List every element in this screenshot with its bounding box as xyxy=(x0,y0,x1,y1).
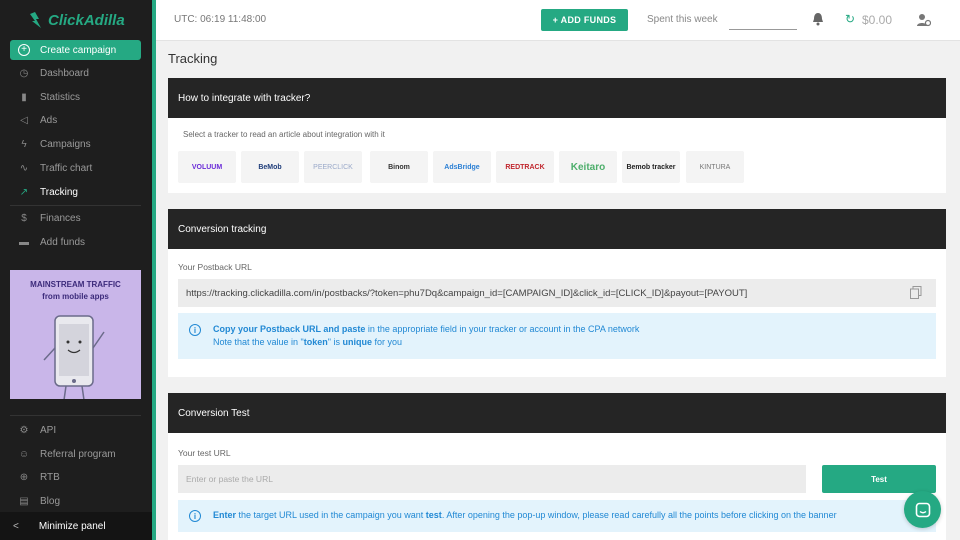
sidebar-item-label: Campaigns xyxy=(40,138,91,150)
tracker-peerclick[interactable]: PEERCLICK xyxy=(304,151,362,183)
sidebar-item-label: Add funds xyxy=(40,236,86,248)
sidebar-accent-border xyxy=(152,0,156,540)
dollar-icon: $ xyxy=(21,212,27,224)
banner-line-1: MAINSTREAM TRAFFIC xyxy=(30,280,121,289)
clock-icon: ◷ xyxy=(19,67,29,79)
sidebar-item-label: Finances xyxy=(40,212,81,224)
bell-icon[interactable] xyxy=(812,12,824,26)
sidebar-item-label: Ads xyxy=(40,114,58,126)
minimize-label: Minimize panel xyxy=(38,520,106,532)
top-bar: UTC: 06:19 11:48:00 + ADD FUNDS Spent th… xyxy=(156,0,960,41)
logo-text: ClickAdilla xyxy=(48,11,125,29)
tracker-binom[interactable]: Binom xyxy=(370,151,428,183)
page-title: Tracking xyxy=(168,51,218,66)
minimize-panel-button[interactable]: < Minimize panel xyxy=(0,512,154,540)
sidebar-item-finances[interactable]: $ Finances xyxy=(0,207,140,229)
sidebar-item-label: Referral program xyxy=(40,448,116,460)
postback-url-label: Your Postback URL xyxy=(178,262,252,272)
add-funds-button[interactable]: + ADD FUNDS xyxy=(541,9,628,31)
chevron-left-icon: < xyxy=(13,520,19,532)
divider xyxy=(10,415,141,416)
test-url-label: Your test URL xyxy=(178,448,231,458)
create-campaign-label: Create campaign xyxy=(40,44,117,56)
referral-icon: ☺ xyxy=(18,448,30,460)
sidebar-item-label: Statistics xyxy=(40,91,81,103)
sidebar-item-label: Blog xyxy=(40,495,61,507)
user-settings-icon[interactable] xyxy=(917,13,931,27)
plus-icon: + xyxy=(18,44,30,56)
phone-mascot-illustration xyxy=(43,315,105,399)
tracker-adsbridge[interactable]: AdsBridge xyxy=(433,151,491,183)
trend-icon: ↗ xyxy=(19,186,29,198)
bar-chart-icon: ▮ xyxy=(21,91,27,103)
sidebar-item-dashboard[interactable]: ◷ Dashboard xyxy=(0,62,140,84)
sidebar-item-label: Tracking xyxy=(40,186,78,198)
api-icon: ⚙ xyxy=(19,424,29,436)
logo[interactable]: ClickAdilla xyxy=(0,0,154,40)
promo-banner[interactable]: MAINSTREAM TRAFFIC from mobile apps xyxy=(10,270,141,399)
utc-clock: UTC: 06:19 11:48:00 xyxy=(174,14,267,25)
sidebar-item-rtb[interactable]: ⊕ RTB xyxy=(0,466,140,488)
tracker-kintura[interactable]: KINTURA xyxy=(686,151,744,183)
tracker-bemob-tracker[interactable]: Bemob tracker xyxy=(622,151,680,183)
sidebar-item-campaigns[interactable]: ϟ Campaigns xyxy=(0,133,140,155)
sidebar-item-add-funds[interactable]: ▬ Add funds xyxy=(0,231,140,253)
lightning-icon: ϟ xyxy=(21,138,27,150)
chat-icon xyxy=(915,502,930,517)
blog-icon: ▤ xyxy=(19,495,29,507)
copy-icon[interactable] xyxy=(910,286,922,299)
test-url-input[interactable] xyxy=(178,465,806,493)
sidebar-item-statistics[interactable]: ▮ Statistics xyxy=(0,86,140,108)
integration-heading[interactable]: How to integrate with tracker? xyxy=(168,78,946,118)
tracker-hint: Select a tracker to read an article abou… xyxy=(183,130,385,139)
postback-url-field[interactable]: https://tracking.clickadilla.com/in/post… xyxy=(178,279,936,307)
test-info-box: i Enter the target URL used in the campa… xyxy=(178,500,936,532)
tracker-bemob[interactable]: BeMob xyxy=(241,151,299,183)
sidebar-item-label: Dashboard xyxy=(40,67,89,79)
sidebar-item-api[interactable]: ⚙ API xyxy=(0,419,140,441)
tracker-voluum[interactable]: VOLUUM xyxy=(178,151,236,183)
sidebar-item-label: Traffic chart xyxy=(40,162,93,174)
conversion-heading: Conversion tracking xyxy=(168,209,946,249)
divider xyxy=(10,205,141,206)
sidebar-item-blog[interactable]: ▤ Blog xyxy=(0,490,140,512)
chat-button[interactable] xyxy=(904,491,941,528)
sidebar-item-traffic-chart[interactable]: ∿ Traffic chart xyxy=(0,157,140,179)
sidebar-item-label: RTB xyxy=(40,471,60,483)
megaphone-icon: ◁ xyxy=(20,114,28,126)
banner-line-2: from mobile apps xyxy=(42,292,109,301)
info-icon: i xyxy=(189,510,201,522)
tracker-keitaro[interactable]: Keitaro xyxy=(559,151,617,183)
create-campaign-button[interactable]: + Create campaign xyxy=(10,40,141,60)
test-button[interactable]: Test xyxy=(822,465,936,493)
sidebar-item-ads[interactable]: ◁ Ads xyxy=(0,109,140,131)
rtb-icon: ⊕ xyxy=(19,471,29,483)
spent-this-week-label: Spent this week xyxy=(647,14,718,25)
balance-value: $0.00 xyxy=(862,13,893,27)
spent-value-underline xyxy=(729,29,797,30)
info-icon: i xyxy=(189,324,201,336)
refresh-icon[interactable]: ↻ xyxy=(845,12,855,26)
postback-info-box: i Copy your Postback URL and paste in th… xyxy=(178,313,936,359)
conversion-test-heading: Conversion Test xyxy=(168,393,946,433)
sidebar-item-referral[interactable]: ☺ Referral program xyxy=(0,443,140,465)
chart-icon: ∿ xyxy=(19,162,29,174)
logo-icon xyxy=(30,12,41,28)
sidebar-item-label: API xyxy=(40,424,57,436)
tracker-redtrack[interactable]: REDTRACK xyxy=(496,151,554,183)
sidebar-item-tracking[interactable]: ↗ Tracking xyxy=(0,181,140,203)
card-icon: ▬ xyxy=(19,236,29,248)
sidebar: ClickAdilla + Create campaign ◷ Dashboar… xyxy=(0,0,154,540)
